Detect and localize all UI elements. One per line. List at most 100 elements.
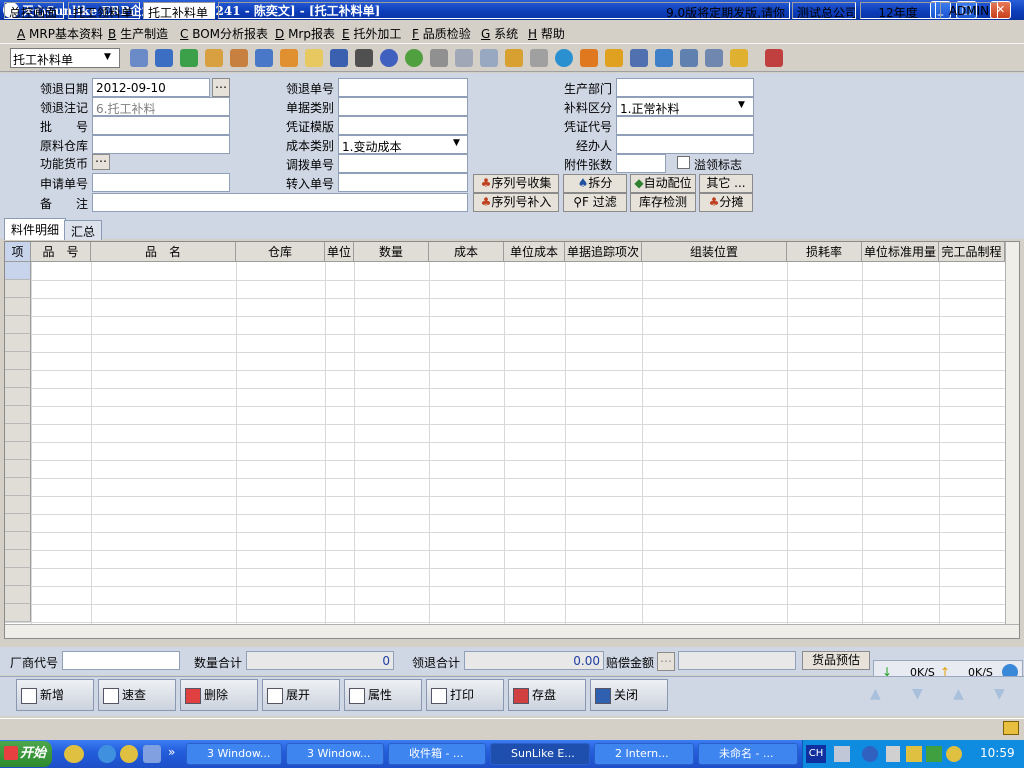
return-note-select[interactable]: 6.托工补料 [92, 97, 230, 116]
compensation-button[interactable]: ⋯ [657, 652, 675, 671]
voucher-code-field[interactable] [616, 116, 754, 135]
vendor-field[interactable] [62, 651, 180, 670]
table-row[interactable] [5, 568, 1005, 569]
language-indicator[interactable]: CH [806, 745, 826, 763]
mail-icon[interactable] [1003, 721, 1019, 735]
row-header[interactable] [5, 514, 31, 532]
auto-position-button[interactable]: ◆自动配位 [630, 174, 696, 193]
cost-type-select[interactable]: 1.变动成本 [338, 135, 468, 154]
column-header-assembly[interactable]: 组装位置 [642, 242, 787, 262]
row-header[interactable] [5, 604, 31, 622]
column-header-cost[interactable]: 成本 [429, 242, 504, 262]
column-header-qty[interactable]: 数量 [354, 242, 429, 262]
bell-icon[interactable] [580, 49, 598, 67]
task-internet[interactable]: 2 Intern... [594, 743, 694, 765]
row-header[interactable] [5, 586, 31, 604]
task-windows-2[interactable]: 3 Window... [286, 743, 384, 765]
split-button[interactable]: ♠拆分 [563, 174, 627, 193]
row-header[interactable] [5, 370, 31, 388]
voucher-template-field[interactable] [338, 116, 468, 135]
attach-count-field[interactable] [616, 154, 666, 173]
table-row[interactable] [5, 604, 1005, 605]
horizontal-scrollbar[interactable] [5, 624, 1019, 638]
row-header[interactable] [5, 496, 31, 514]
nav-next-icon[interactable]: ▲ [953, 686, 964, 702]
tab-summary[interactable]: 汇总 [64, 220, 103, 240]
transfer-in-field[interactable] [338, 173, 468, 192]
table-row[interactable] [5, 622, 1005, 623]
batch-field[interactable] [92, 116, 230, 135]
table-row[interactable] [5, 370, 1005, 371]
help-icon[interactable] [380, 49, 398, 67]
row-header[interactable] [5, 442, 31, 460]
menu-mrp-report[interactable]: D Mrp报表 [275, 25, 335, 42]
material-warehouse-field[interactable] [92, 135, 230, 154]
phone-icon[interactable] [180, 49, 198, 67]
add-button[interactable]: 新增 [16, 679, 94, 711]
tree-icon[interactable] [605, 49, 623, 67]
book-icon[interactable] [330, 49, 348, 67]
nav-first-icon[interactable]: ▲ [870, 686, 881, 702]
table-row[interactable] [5, 460, 1005, 461]
tray-icon-4[interactable] [926, 746, 942, 762]
tray-help-icon[interactable] [862, 746, 878, 762]
column-header-item-name[interactable]: 品 名 [91, 242, 236, 262]
menu-outsource[interactable]: E 托外加工 [342, 25, 401, 42]
apply-no-field[interactable] [92, 173, 230, 192]
row-header[interactable] [5, 550, 31, 568]
exit-icon[interactable] [765, 49, 783, 67]
row-header[interactable] [5, 262, 31, 280]
table-row[interactable] [5, 388, 1005, 389]
table-row[interactable] [5, 532, 1005, 533]
row-header[interactable] [5, 478, 31, 496]
table-row[interactable] [5, 280, 1005, 281]
row-header[interactable] [5, 406, 31, 424]
transfer-no-field[interactable] [338, 154, 468, 173]
other-button[interactable]: 其它 ... [699, 174, 753, 193]
tray-icon-3[interactable] [906, 746, 922, 762]
detail-grid[interactable]: 项 品 号 品 名 仓库 单位 数量 成本 单位成本 单据追踪项次 组装位置 损… [4, 241, 1020, 639]
table-row[interactable] [5, 550, 1005, 551]
prod-dept-field[interactable] [616, 78, 754, 97]
row-header[interactable] [5, 352, 31, 370]
nav-prev-icon[interactable]: ▼ [912, 686, 923, 702]
column-header-unit[interactable]: 单位 [325, 242, 354, 262]
row-header[interactable] [5, 568, 31, 586]
table-row[interactable] [5, 334, 1005, 335]
task-sunlike[interactable]: SunLike E... [490, 743, 590, 765]
tray-icon-1[interactable] [834, 746, 850, 762]
window-icon[interactable] [680, 49, 698, 67]
status-tab-issue[interactable]: 托工领料单 [68, 2, 140, 19]
nav-last-icon[interactable]: ▼ [994, 686, 1005, 702]
properties-button[interactable]: 属性 [344, 679, 422, 711]
date-picker-button[interactable]: ⋯ [212, 78, 230, 97]
menu-quality[interactable]: F 品质检验 [412, 25, 471, 42]
briefcase-icon[interactable] [230, 49, 248, 67]
quicklaunch-icon-2[interactable] [120, 745, 138, 763]
column-header-trace[interactable]: 单据追踪项次 [565, 242, 642, 262]
ie-icon[interactable] [98, 745, 116, 763]
column-header-unit-cost[interactable]: 单位成本 [504, 242, 565, 262]
supp-area-select[interactable]: 1.正常补料 [616, 97, 754, 116]
allocate-button[interactable]: ♣分摊 [699, 193, 753, 212]
table-row[interactable] [5, 442, 1005, 443]
doc-category-field[interactable] [338, 97, 468, 116]
refresh-icon[interactable] [655, 49, 673, 67]
monitor-icon[interactable] [630, 49, 648, 67]
return-no-field[interactable] [338, 78, 468, 97]
menu-mrp[interactable]: A MRP基本资料 [17, 25, 103, 42]
table-row[interactable] [5, 496, 1005, 497]
row-header[interactable] [5, 532, 31, 550]
row-header[interactable] [5, 334, 31, 352]
chevron-down-icon[interactable]: ▼ [453, 138, 460, 148]
key-icon[interactable] [355, 49, 373, 67]
return-date-field[interactable]: 2012-09-10 [92, 78, 210, 97]
money-icon[interactable] [405, 49, 423, 67]
table-row[interactable] [5, 514, 1005, 515]
goods-estimate-button[interactable]: 货品预估 [802, 651, 870, 670]
more-icon[interactable]: » [168, 745, 175, 759]
menu-production[interactable]: B 生产制造 [108, 25, 168, 42]
tool-icon-1[interactable] [130, 49, 148, 67]
table-row[interactable] [5, 316, 1005, 317]
status-tab-main[interactable]: 总控画面 [4, 2, 64, 19]
